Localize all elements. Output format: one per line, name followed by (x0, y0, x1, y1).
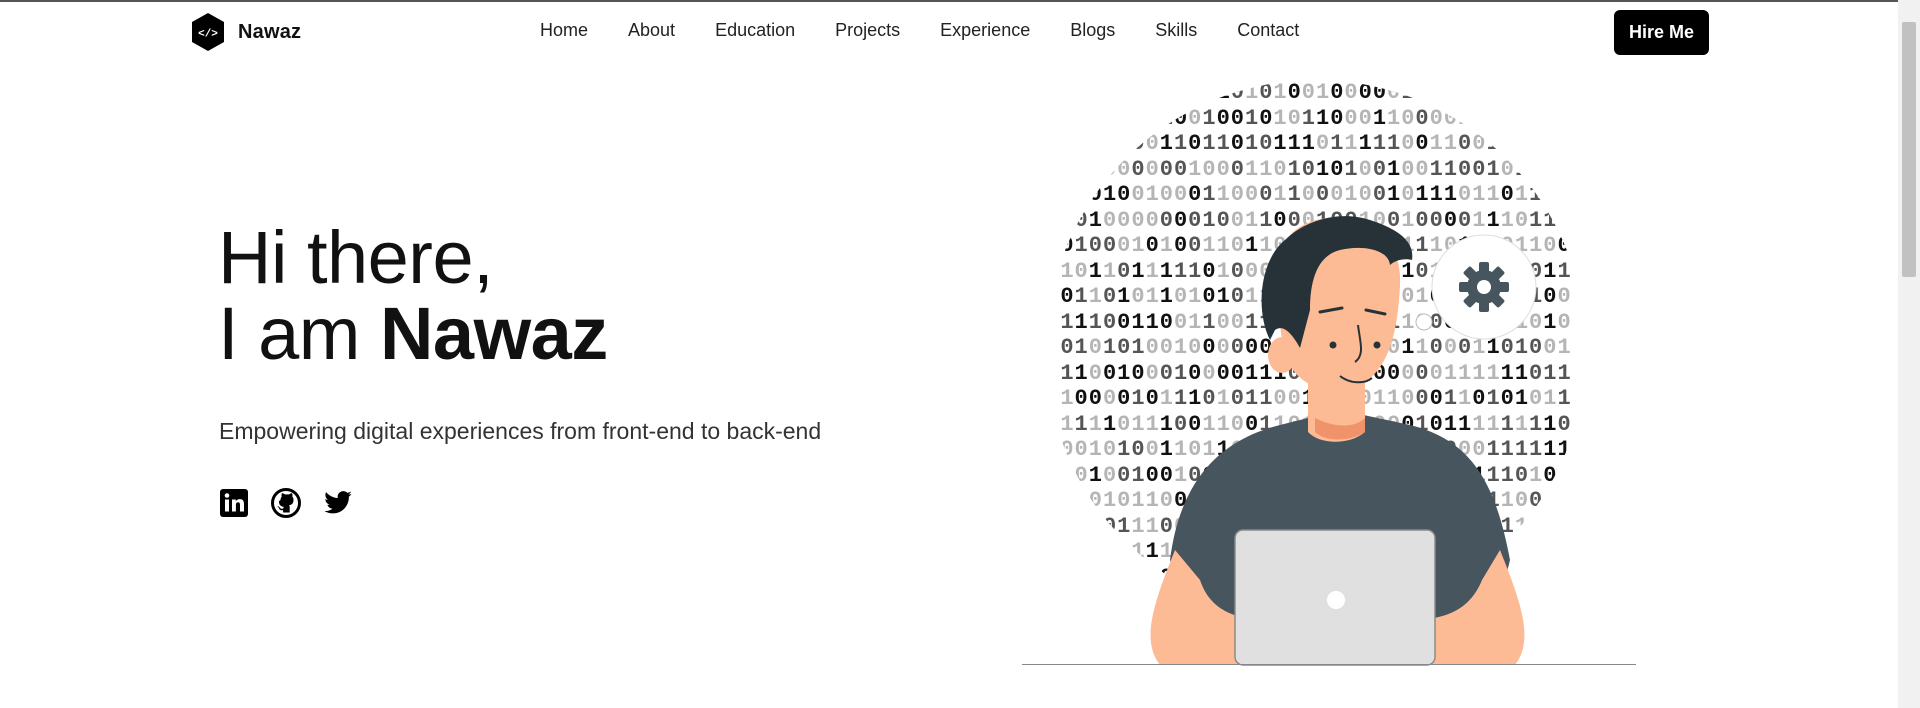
nav-home[interactable]: Home (540, 20, 588, 41)
nav-experience[interactable]: Experience (940, 20, 1030, 41)
brand-name: Nawaz (238, 20, 302, 43)
nav-projects[interactable]: Projects (835, 20, 900, 41)
scrollbar-thumb[interactable] (1902, 22, 1916, 277)
page-scrollbar[interactable] (1898, 0, 1920, 708)
svg-text:</>: </> (198, 29, 218, 41)
hero-heading: Hi there, I am Nawaz (218, 220, 608, 372)
hero-greeting: Hi there, (218, 216, 494, 299)
linkedin-icon[interactable] (219, 488, 249, 518)
hero-intro: I am (218, 292, 360, 375)
hero-name: Nawaz (379, 292, 608, 375)
nav-contact[interactable]: Contact (1237, 20, 1299, 41)
github-icon[interactable] (271, 488, 301, 518)
desk-line (1022, 664, 1636, 665)
hero-tagline: Empowering digital experiences from fron… (219, 418, 822, 444)
brand-logo[interactable]: </> Nawaz (190, 12, 301, 52)
developer-illustration: 000010101101010100100000110001100001 0111… (1020, 80, 1640, 670)
hire-me-button[interactable]: Hire Me (1614, 10, 1709, 55)
navbar: </> Nawaz Home About Education Projects … (0, 2, 1898, 62)
person-with-laptop-illustration (1150, 216, 1537, 666)
twitter-icon[interactable] (323, 488, 353, 518)
main-menu: Home About Education Projects Experience… (540, 20, 1299, 41)
nav-skills[interactable]: Skills (1155, 20, 1197, 41)
code-hexagon-icon: </> (190, 12, 226, 52)
social-links (219, 488, 353, 518)
nav-blogs[interactable]: Blogs (1070, 20, 1115, 41)
nav-education[interactable]: Education (715, 20, 795, 41)
nav-about[interactable]: About (628, 20, 675, 41)
